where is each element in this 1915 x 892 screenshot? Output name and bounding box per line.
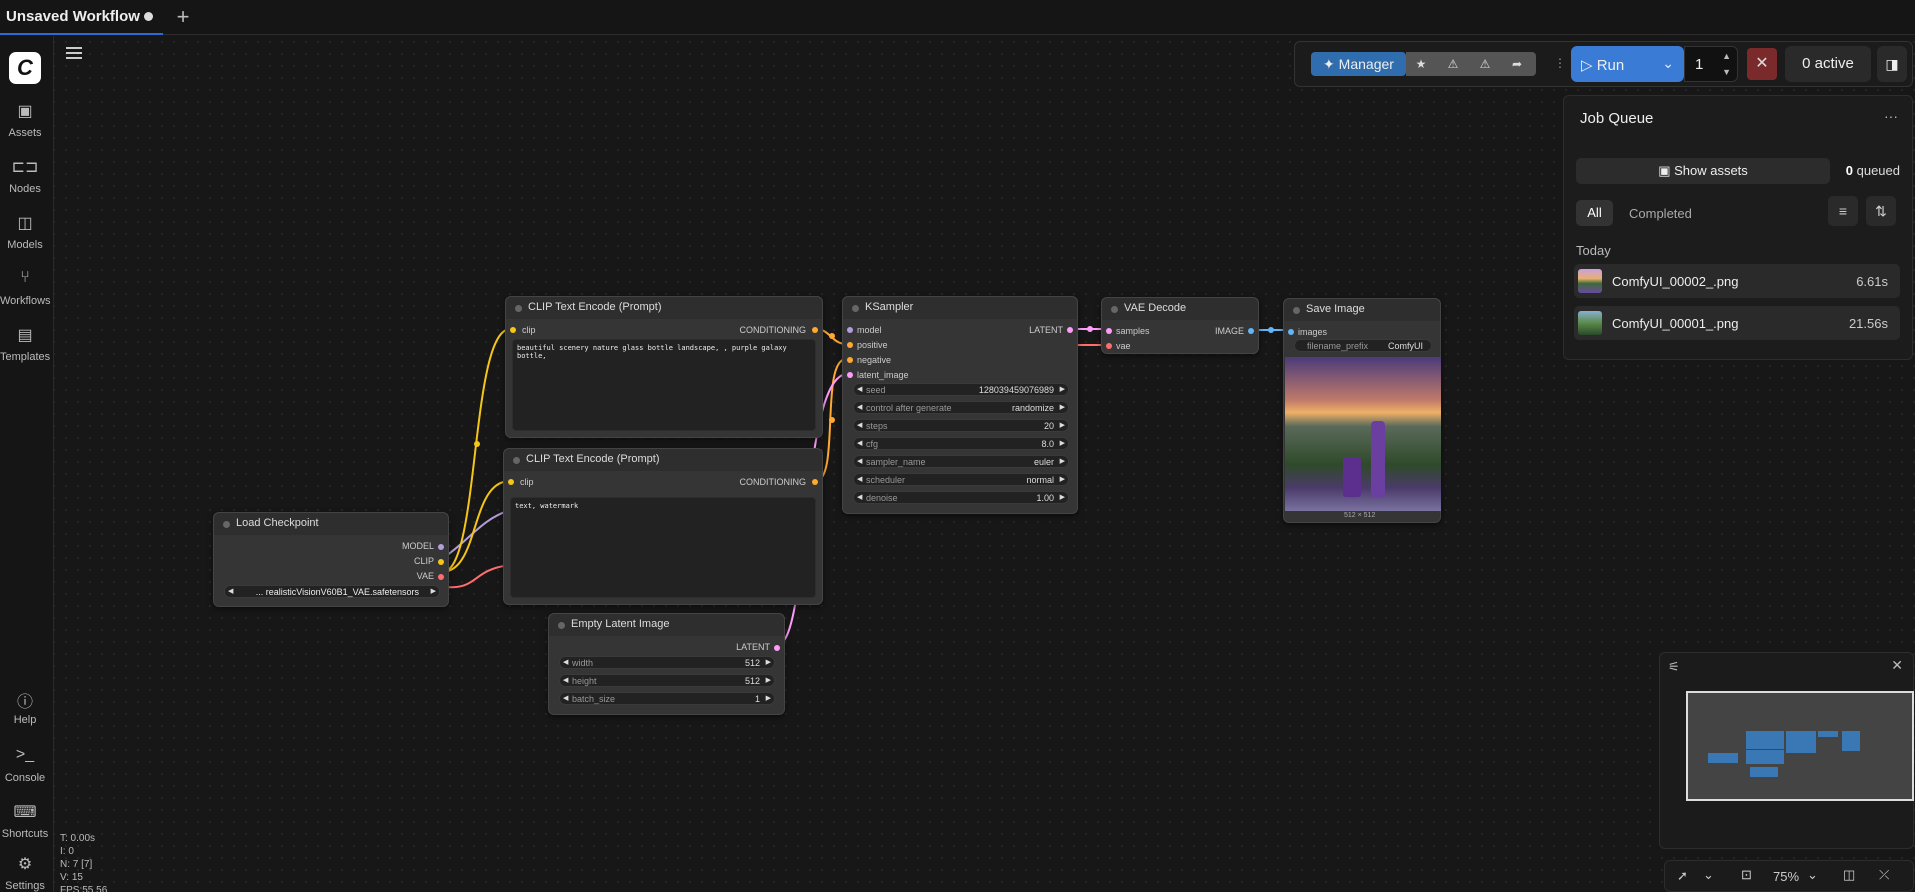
job-row[interactable]: ComfyUI_00001_.png 21.56s xyxy=(1574,306,1900,340)
node-title: Load Checkpoint xyxy=(214,513,448,535)
batch-count-input[interactable]: 1 ▲ ▼ xyxy=(1684,46,1738,82)
toggle-panel-button[interactable]: ◨ xyxy=(1877,46,1907,82)
widget-scheduler[interactable]: ◀ scheduler normal ▶ xyxy=(853,473,1069,486)
node-title: Save Image xyxy=(1284,299,1440,321)
close-icon: ✕ xyxy=(1755,55,1769,72)
chevron-down-icon[interactable]: ⌄ xyxy=(1703,867,1714,883)
node-save-image[interactable]: Save Image images filename_prefix ComfyUI… xyxy=(1283,298,1441,523)
play-icon: ▷ xyxy=(1581,57,1597,74)
job-thumbnail xyxy=(1578,269,1602,293)
minimap-viewport[interactable] xyxy=(1686,691,1914,801)
input-slot-vae[interactable] xyxy=(1106,343,1112,349)
node-title: Empty Latent Image xyxy=(549,614,784,636)
node-clip-text-encode-negative[interactable]: CLIP Text Encode (Prompt) clip CONDITION… xyxy=(503,448,823,605)
input-slot-clip[interactable] xyxy=(510,327,516,333)
output-slot-latent[interactable] xyxy=(1067,327,1073,333)
widget-seed[interactable]: ◀ seed 128039459076989 ▶ xyxy=(853,383,1069,396)
node-title: VAE Decode xyxy=(1102,298,1258,320)
input-slot-negative[interactable] xyxy=(847,357,853,363)
output-slot-latent[interactable] xyxy=(774,645,780,651)
node-load-checkpoint[interactable]: Load Checkpoint MODEL CLIP VAE ◀... real… xyxy=(213,512,449,607)
sort-icon[interactable]: ⇅ xyxy=(1866,196,1896,226)
select-tool-icon[interactable]: ➚ xyxy=(1677,868,1688,884)
widget-ckpt-name[interactable]: ◀... realisticVisionV60B1_VAE.safetensor… xyxy=(224,585,440,598)
settings-sliders-icon[interactable]: ⚟ xyxy=(1668,659,1680,675)
close-icon[interactable]: ✕ xyxy=(1891,657,1903,674)
link-clip-2 xyxy=(442,480,511,573)
canvas-controls: ➚ ⌄ ⊡ 75% ⌄ ◫ ⤫ xyxy=(1664,860,1914,892)
toolbar-icon-group: ★ ⚠ ⚠ ➦ xyxy=(1406,52,1536,76)
top-toolbar: ✦ Manager ★ ⚠ ⚠ ➦ ⋮⋮ ▷ Run ⌄ 1 ▲ ▼ ✕ 0 a… xyxy=(1294,41,1913,87)
minimap[interactable]: ⚟ ✕ xyxy=(1659,652,1914,849)
render-stats: T: 0.00s I: 0 N: 7 [7] V: 15 FPS:55.56 xyxy=(60,833,108,892)
input-slot-latent-image[interactable] xyxy=(847,372,853,378)
node-ksampler[interactable]: KSampler model positive negative latent_… xyxy=(842,296,1078,514)
tab-all[interactable]: All xyxy=(1576,200,1613,226)
minimap-toggle-icon[interactable]: ◫ xyxy=(1843,867,1855,883)
widget-width[interactable]: ◀ width 512 ▶ xyxy=(559,656,775,669)
decrement-icon[interactable]: ▼ xyxy=(1722,67,1731,77)
share-icon[interactable]: ➦ xyxy=(1504,52,1530,76)
input-slot-model[interactable] xyxy=(847,327,853,333)
node-vae-decode[interactable]: VAE Decode samples vae IMAGE xyxy=(1101,297,1259,354)
node-title: CLIP Text Encode (Prompt) xyxy=(504,449,822,471)
output-slot-vae[interactable] xyxy=(438,574,444,580)
chevron-down-icon[interactable]: ⌄ xyxy=(1662,55,1674,72)
canvas[interactable]: Unsaved Workflow + C ▣ Assets ⊏⊐ Nodes ◫… xyxy=(0,0,1915,892)
link-visibility-icon[interactable]: ⤫ xyxy=(1879,867,1889,883)
queued-count: 0 queued xyxy=(1845,163,1900,178)
job-row[interactable]: ComfyUI_00002_.png 6.61s xyxy=(1574,264,1900,298)
chevron-down-icon[interactable]: ⌄ xyxy=(1807,867,1818,883)
show-assets-button[interactable]: ▣ Show assets xyxy=(1576,158,1830,184)
filter-icon[interactable]: ≡ xyxy=(1828,196,1858,226)
node-title: KSampler xyxy=(843,297,1077,319)
panel-icon: ◨ xyxy=(1885,56,1899,72)
input-slot-positive[interactable] xyxy=(847,342,853,348)
widget-height[interactable]: ◀ height 512 ▶ xyxy=(559,674,775,687)
prompt-textarea[interactable]: beautiful scenery nature glass bottle la… xyxy=(512,339,816,431)
widget-sampler-name[interactable]: ◀ sampler_name euler ▶ xyxy=(853,455,1069,468)
node-title: CLIP Text Encode (Prompt) xyxy=(506,297,822,319)
active-jobs-button[interactable]: 0 active xyxy=(1785,46,1871,82)
output-slot-conditioning[interactable] xyxy=(812,479,818,485)
widget-cfg[interactable]: ◀ cfg 8.0 ▶ xyxy=(853,437,1069,450)
output-slot-clip[interactable] xyxy=(438,559,444,565)
model-icon-2[interactable]: ⚠ xyxy=(1472,52,1498,76)
job-thumbnail xyxy=(1578,311,1602,335)
output-slot-model[interactable] xyxy=(438,544,444,550)
node-clip-text-encode-positive[interactable]: CLIP Text Encode (Prompt) clip CONDITION… xyxy=(505,296,823,438)
link-clip-1 xyxy=(442,328,511,573)
output-slot-conditioning[interactable] xyxy=(812,327,818,333)
image-icon: ▣ xyxy=(1658,163,1675,178)
model-icon[interactable]: ⚠ xyxy=(1440,52,1466,76)
increment-icon[interactable]: ▲ xyxy=(1722,51,1731,61)
input-slot-clip[interactable] xyxy=(508,479,514,485)
node-empty-latent-image[interactable]: Empty Latent Image LATENT ◀ width 512 ▶ ◀ he… xyxy=(548,613,785,715)
star-icon[interactable]: ★ xyxy=(1408,52,1434,76)
group-label: Today xyxy=(1576,243,1611,258)
more-icon[interactable]: ··· xyxy=(1884,108,1898,124)
puzzle-icon: ✦ xyxy=(1323,56,1339,72)
output-slot-image[interactable] xyxy=(1248,328,1254,334)
job-queue-title: Job Queue xyxy=(1580,110,1654,127)
widget-filename-prefix[interactable]: filename_prefix ComfyUI xyxy=(1294,339,1432,352)
widget-control-after-generate[interactable]: ◀ control after generate randomize ▶ xyxy=(853,401,1069,414)
generated-image-preview[interactable] xyxy=(1285,357,1441,511)
cancel-button[interactable]: ✕ xyxy=(1747,48,1777,80)
zoom-level[interactable]: 75% xyxy=(1773,869,1799,884)
prompt-textarea[interactable]: text, watermark xyxy=(510,497,816,598)
run-button[interactable]: ▷ Run ⌄ xyxy=(1571,46,1684,82)
job-queue-panel: Job Queue ··· ▣ Show assets 0 queued All… xyxy=(1563,95,1913,360)
input-slot-samples[interactable] xyxy=(1106,328,1112,334)
input-slot-images[interactable] xyxy=(1288,329,1294,335)
widget-steps[interactable]: ◀ steps 20 ▶ xyxy=(853,419,1069,432)
widget-batch-size[interactable]: ◀ batch_size 1 ▶ xyxy=(559,692,775,705)
tab-completed[interactable]: Completed xyxy=(1629,206,1692,221)
widget-denoise[interactable]: ◀ denoise 1.00 ▶ xyxy=(853,491,1069,504)
fit-view-icon[interactable]: ⊡ xyxy=(1741,867,1752,883)
link-model xyxy=(442,509,511,559)
manager-button[interactable]: ✦ Manager xyxy=(1311,52,1406,76)
